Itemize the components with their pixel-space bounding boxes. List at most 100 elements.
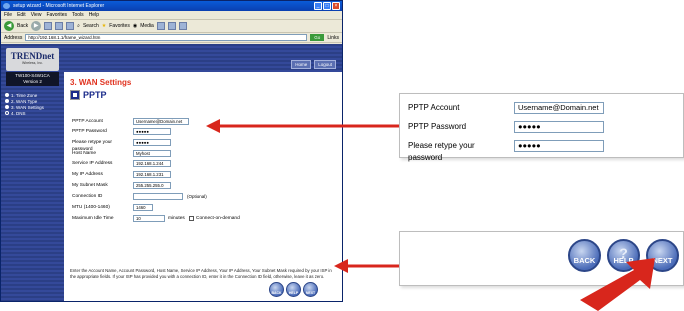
- back-button[interactable]: BACK: [269, 282, 284, 297]
- forward-arrow-icon[interactable]: ▶: [31, 21, 42, 31]
- trendnet-logo: TRENDnet Wireless, Inc.: [6, 48, 59, 71]
- home-icon[interactable]: [66, 22, 75, 30]
- links-label[interactable]: Links: [327, 35, 339, 41]
- retype-password-input[interactable]: ●●●●●: [133, 139, 171, 146]
- callout-help-button[interactable]: ? HELP: [607, 239, 640, 272]
- browser-window: setup wizard - Microsoft Internet Explor…: [0, 0, 343, 302]
- callout-back-button[interactable]: BACK: [568, 239, 601, 272]
- pptp-password-input[interactable]: ●●●●●: [133, 128, 171, 135]
- menu-bar: File Edit View Favorites Tools Help: [1, 11, 342, 20]
- callout-buttons: BACK ? HELP NEXT: [399, 231, 684, 286]
- optional-note: (Optional): [187, 194, 207, 199]
- model-version: Version 2: [23, 79, 42, 84]
- top-buttons: Home Logout: [291, 60, 336, 69]
- pptp-account-input[interactable]: Username@Domain.net: [133, 118, 189, 125]
- search-label[interactable]: Search: [83, 23, 99, 29]
- logout-button[interactable]: Logout: [314, 60, 336, 69]
- minimize-button[interactable]: _: [314, 2, 322, 10]
- pptp-title: PPTP: [83, 90, 107, 100]
- field-label: PPTP Password: [72, 129, 107, 134]
- search-icon[interactable]: ⌕: [77, 23, 80, 29]
- media-label[interactable]: Media: [140, 23, 154, 29]
- menu-file[interactable]: File: [4, 11, 12, 19]
- callout-next-button[interactable]: NEXT: [646, 239, 679, 272]
- go-button[interactable]: Go: [310, 34, 325, 41]
- pptp-icon: [70, 90, 80, 100]
- idle-suffix: minutes: [168, 216, 185, 221]
- screenshot-stage: setup wizard - Microsoft Internet Explor…: [0, 0, 684, 311]
- help-button[interactable]: HELP: [286, 282, 301, 297]
- print-icon[interactable]: [178, 22, 187, 30]
- step-dot-icon: [5, 105, 9, 109]
- favorites-star-icon[interactable]: ★: [102, 23, 106, 29]
- callout-row-password: PPTP Password ●●●●●: [408, 121, 604, 133]
- callout-label: Please retype your password: [408, 141, 475, 162]
- max-idle-input[interactable]: 10: [133, 215, 165, 222]
- window-controls: _ □ ×: [314, 2, 340, 10]
- model-box: TW100-S4W1CA Version 2: [6, 72, 59, 86]
- stop-icon[interactable]: [44, 22, 53, 30]
- step-dot-icon: [5, 99, 9, 103]
- step-dns[interactable]: 4. DNS: [5, 110, 63, 116]
- connect-on-demand-checkbox[interactable]: [189, 216, 194, 221]
- callout-row-account: PPTP Account Username@Domain.net: [408, 102, 604, 114]
- field-connection-id: Connection ID (Optional): [72, 193, 272, 200]
- address-label: Address: [4, 34, 23, 41]
- pptp-heading: PPTP: [70, 90, 107, 100]
- my-ip-input[interactable]: 192.168.1.231: [133, 171, 171, 178]
- callout-label: PPTP Password: [408, 122, 467, 131]
- subnet-mask-input[interactable]: 255.255.255.0: [133, 182, 171, 189]
- step-label: 4. DNS: [11, 110, 26, 116]
- service-ip-input[interactable]: 192.168.1.244: [133, 160, 171, 167]
- callout-account-input[interactable]: Username@Domain.net: [514, 102, 604, 114]
- step-label: 3. WAN Settings: [11, 104, 44, 110]
- callout-password-input[interactable]: ●●●●●: [514, 121, 604, 133]
- callout-fields: PPTP Account Username@Domain.net PPTP Pa…: [399, 93, 684, 162]
- home-button[interactable]: Home: [291, 60, 312, 69]
- history-icon[interactable]: [156, 22, 165, 30]
- step-dot-icon: [5, 111, 9, 115]
- menu-favorites[interactable]: Favorites: [46, 11, 67, 19]
- instructions-text: Enter the Account Name, Account Password…: [70, 268, 332, 279]
- field-label: Host Name: [72, 151, 96, 156]
- page-content: TRENDnet Wireless, Inc. TW100-S4W1CA Ver…: [1, 44, 342, 301]
- browser-toolbar: ◀ Back ▶ ⌕ Search ★ Favorites ◉ Media: [1, 20, 342, 33]
- wizard-buttons: BACK HELP NEXT: [269, 282, 318, 297]
- question-mark-icon: ?: [619, 245, 628, 261]
- address-input[interactable]: http://192.168.1.1/frame_wizard.htm: [25, 34, 308, 41]
- step-label: 1. Time Zone: [11, 92, 38, 98]
- connection-id-input[interactable]: [133, 193, 183, 200]
- menu-view[interactable]: View: [31, 11, 42, 19]
- window-title: setup wizard - Microsoft Internet Explor…: [13, 3, 105, 9]
- ie-icon: [3, 3, 10, 9]
- address-bar: Address http://192.168.1.1/frame_wizard.…: [1, 33, 342, 43]
- field-label: MTU (1400-1460): [72, 205, 110, 210]
- back-arrow-icon[interactable]: ◀: [4, 21, 14, 31]
- maximize-button[interactable]: □: [323, 2, 331, 10]
- menu-tools[interactable]: Tools: [72, 11, 84, 19]
- mtu-input[interactable]: 1460: [133, 204, 153, 211]
- logo-subtitle: Wireless, Inc.: [21, 61, 43, 65]
- menu-edit[interactable]: Edit: [17, 11, 26, 19]
- back-label[interactable]: Back: [17, 23, 28, 29]
- left-nav: TRENDnet Wireless, Inc. TW100-S4W1CA Ver…: [1, 44, 64, 301]
- mail-icon[interactable]: [167, 22, 176, 30]
- field-label: Service IP Address: [72, 161, 113, 166]
- next-button[interactable]: NEXT: [303, 282, 318, 297]
- favorites-label[interactable]: Favorites: [109, 23, 130, 29]
- field-max-idle: Maximum Idle Time 10 minutes Connect-on-…: [72, 215, 292, 222]
- step-dot-icon: [5, 93, 9, 97]
- callout-retype-input[interactable]: ●●●●●: [514, 140, 604, 152]
- media-icon[interactable]: ◉: [133, 23, 137, 29]
- menu-help[interactable]: Help: [89, 11, 99, 19]
- title-bar: setup wizard - Microsoft Internet Explor…: [1, 1, 342, 11]
- refresh-icon[interactable]: [55, 22, 64, 30]
- host-name-input[interactable]: Myhost: [133, 150, 171, 157]
- close-button[interactable]: ×: [332, 2, 340, 10]
- wizard-main: 3. WAN Settings PPTP PPTP Account Userna…: [64, 72, 342, 301]
- field-label: PPTP Account: [72, 119, 103, 124]
- top-band: Home Logout: [64, 44, 342, 72]
- connect-on-demand-label: Connect-on-demand: [196, 216, 240, 221]
- field-label: My IP Address: [72, 172, 103, 177]
- page-title: 3. WAN Settings: [70, 78, 132, 87]
